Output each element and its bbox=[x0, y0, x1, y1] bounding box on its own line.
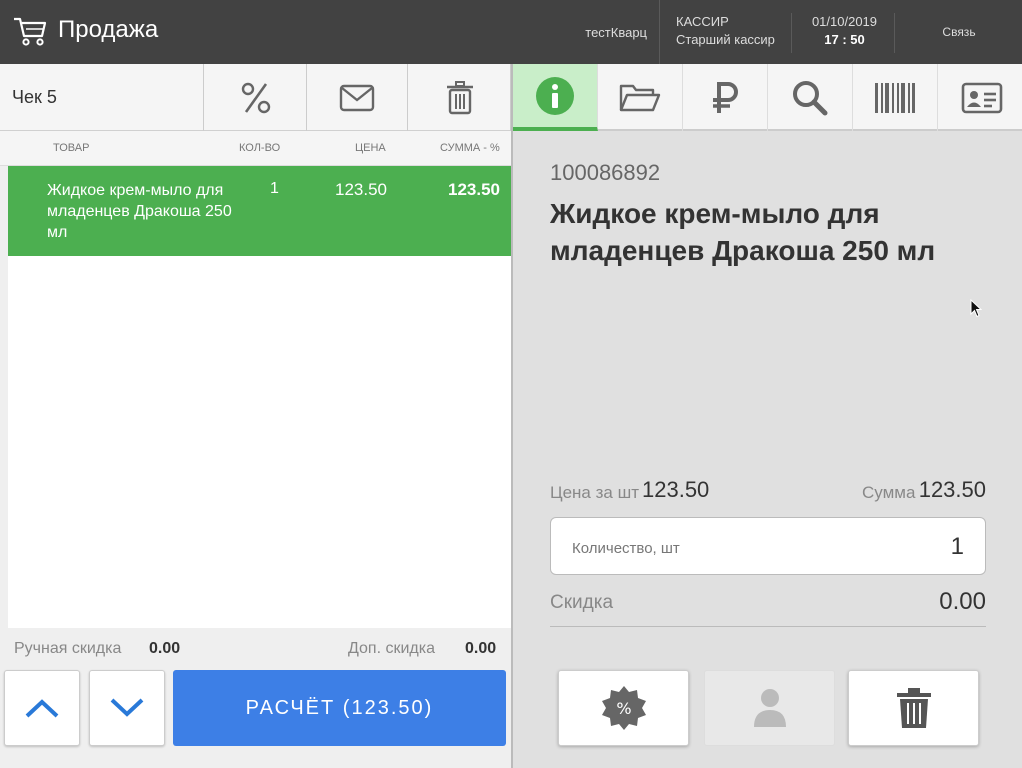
cashier-role-label: КАССИР bbox=[676, 14, 729, 29]
search-icon bbox=[793, 80, 828, 115]
unit-price-value: 123.50 bbox=[642, 477, 710, 502]
receipt-items-list: Жидкое крем-мыло для младенцев Дракоша 2… bbox=[8, 166, 511, 628]
item-name: Жидкое крем-мыло для младенцев Дракоша 2… bbox=[47, 182, 232, 241]
chevron-up-icon bbox=[25, 699, 59, 718]
unit-price-label: Цена за шт bbox=[550, 483, 639, 502]
item-sum: 123.50 bbox=[448, 180, 500, 199]
sum-label: Сумма bbox=[862, 483, 916, 502]
column-sum: СУММА - % bbox=[440, 142, 500, 154]
item-price: 123.50 bbox=[335, 180, 387, 199]
mouse-cursor-icon bbox=[970, 299, 982, 318]
id-card-icon bbox=[961, 82, 1002, 113]
cart-icon bbox=[14, 17, 47, 46]
svg-text:%: % bbox=[616, 699, 631, 718]
discount-line: Скидка 0.00 bbox=[550, 586, 986, 627]
send-email-button[interactable] bbox=[306, 64, 408, 131]
manual-discount-label: Ручная скидка bbox=[14, 640, 122, 657]
ruble-icon bbox=[713, 81, 738, 113]
item-discount-button[interactable]: % bbox=[558, 670, 689, 746]
trash-icon bbox=[896, 688, 931, 728]
discount-summary: Ручная скидка 0.00 Доп. скидка 0.00 bbox=[0, 628, 511, 668]
extra-discount-value: 0.00 bbox=[465, 640, 497, 657]
payment-button[interactable]: РАСЧЁТ (123.50) bbox=[173, 670, 506, 746]
receipt-column-headers: ТОВАР КОЛ-ВО ЦЕНА СУММА - % bbox=[0, 131, 511, 166]
quantity-placeholder: Количество, шт bbox=[572, 540, 680, 557]
product-code: 100086892 bbox=[550, 160, 661, 185]
person-icon bbox=[753, 689, 786, 727]
quantity-field[interactable]: Количество, шт 1 bbox=[550, 517, 986, 575]
tab-barcode[interactable] bbox=[853, 64, 938, 131]
percent-icon bbox=[241, 82, 270, 113]
column-product: ТОВАР bbox=[53, 142, 90, 154]
page-title: Продажа bbox=[58, 16, 159, 43]
envelope-icon bbox=[339, 84, 374, 111]
tab-customer-card[interactable] bbox=[939, 64, 1022, 131]
extra-discount-label: Доп. скидка bbox=[348, 640, 435, 657]
receipt-panel: Чек 5 ТОВАР КОЛ-ВО ЦЕНА СУММА - % Жидкое… bbox=[0, 64, 511, 768]
discount-value: 0.00 bbox=[939, 588, 986, 615]
cashier-info: КАССИР Старший кассир bbox=[662, 13, 792, 53]
tab-price[interactable] bbox=[683, 64, 768, 131]
receipt-discount-button[interactable] bbox=[205, 64, 307, 131]
trash-icon bbox=[446, 80, 473, 114]
connection-button[interactable]: Связь bbox=[896, 0, 1022, 64]
discount-label: Скидка bbox=[550, 592, 614, 613]
cashier-role-name: Старший кассир bbox=[676, 32, 775, 47]
discount-badge-icon: % bbox=[601, 686, 646, 730]
scroll-up-button[interactable] bbox=[4, 670, 80, 746]
store-name: тестКварц bbox=[560, 0, 660, 64]
folder-icon bbox=[619, 84, 661, 111]
receipt-name: Чек 5 bbox=[0, 64, 204, 131]
chevron-down-icon bbox=[110, 698, 144, 717]
column-qty: КОЛ-ВО bbox=[239, 142, 281, 154]
seller-button[interactable] bbox=[704, 670, 835, 746]
product-detail-panel: 100086892 Жидкое крем-мыло для младенцев… bbox=[511, 64, 1022, 768]
app-header: Продажа тестКварц КАССИР Старший кассир … bbox=[0, 0, 1022, 64]
tab-info[interactable] bbox=[513, 64, 598, 131]
barcode-icon bbox=[875, 82, 915, 113]
detail-tabs bbox=[513, 64, 1022, 131]
column-price: ЦЕНА bbox=[355, 142, 386, 154]
sum-value: 123.50 bbox=[918, 477, 986, 502]
scroll-down-button[interactable] bbox=[89, 670, 165, 746]
info-icon bbox=[536, 76, 574, 115]
date-text: 01/10/2019 bbox=[811, 14, 878, 29]
receipt-item-row[interactable]: Жидкое крем-мыло для младенцев Дракоша 2… bbox=[8, 166, 511, 256]
delete-receipt-button[interactable] bbox=[409, 64, 511, 131]
item-qty: 1 bbox=[270, 180, 279, 197]
time-text: 17 : 50 bbox=[824, 32, 865, 47]
manual-discount-value: 0.00 bbox=[149, 640, 181, 657]
tab-catalog[interactable] bbox=[598, 64, 683, 131]
delete-item-button[interactable] bbox=[848, 670, 979, 746]
tab-search[interactable] bbox=[768, 64, 853, 131]
receipt-toolbar: Чек 5 bbox=[0, 64, 511, 131]
product-name: Жидкое крем-мыло для младенцев Дракоша 2… bbox=[550, 198, 936, 266]
quantity-value: 1 bbox=[950, 533, 964, 560]
datetime: 01/10/2019 17 : 50 bbox=[795, 13, 895, 53]
